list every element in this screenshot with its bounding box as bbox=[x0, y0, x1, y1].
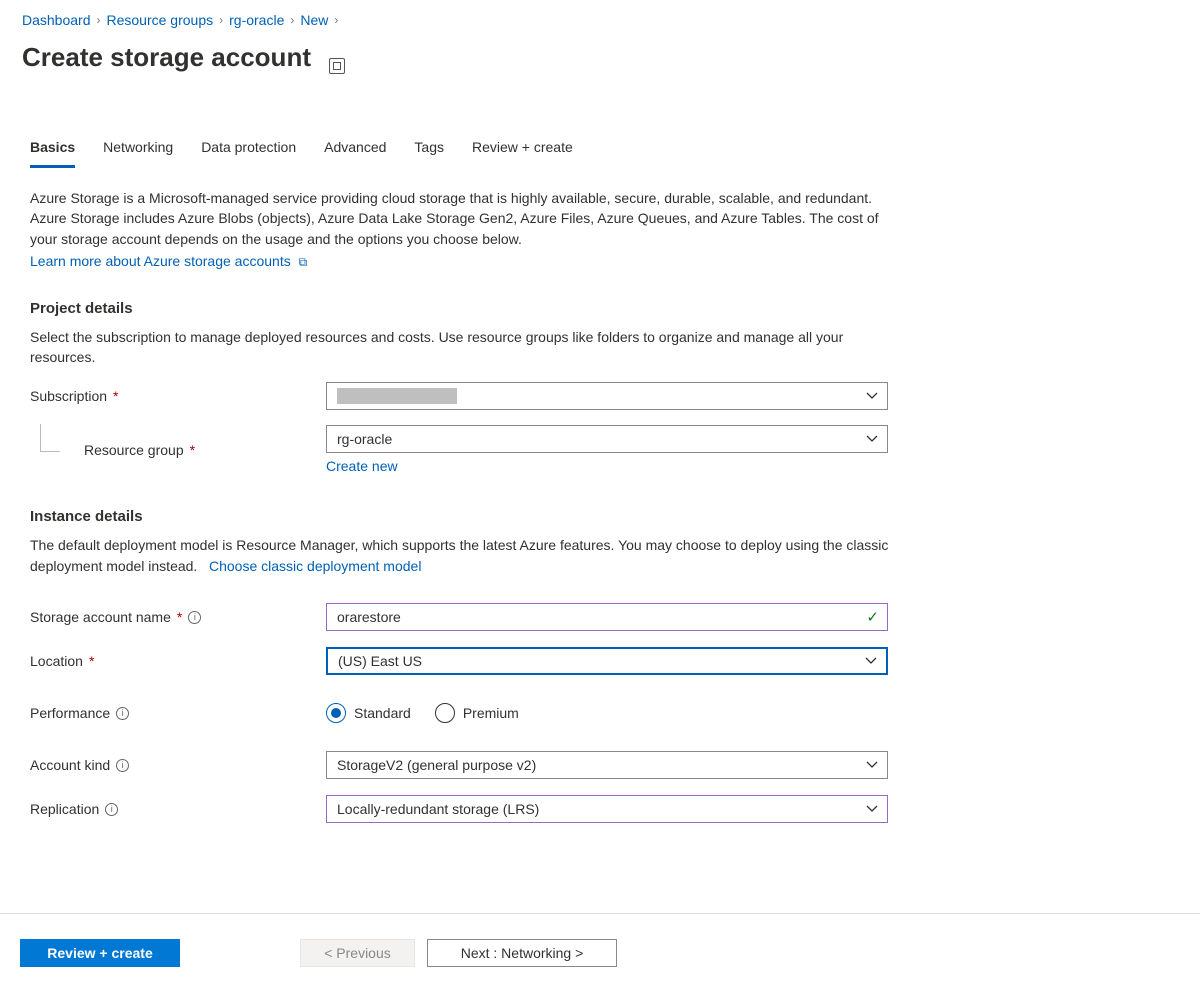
subscription-value-redacted bbox=[337, 388, 457, 404]
storage-name-label: Storage account name bbox=[30, 609, 171, 625]
instance-details-desc: The default deployment model is Resource… bbox=[30, 535, 894, 576]
project-details-title: Project details bbox=[30, 300, 894, 317]
required-icon: * bbox=[113, 388, 118, 404]
replication-label: Replication bbox=[30, 801, 99, 817]
chevron-right-icon: › bbox=[334, 13, 338, 27]
required-icon: * bbox=[89, 653, 94, 669]
performance-premium-radio[interactable]: Premium bbox=[435, 703, 519, 723]
chevron-right-icon: › bbox=[219, 13, 223, 27]
check-icon: ✓ bbox=[866, 608, 879, 626]
location-label: Location bbox=[30, 653, 83, 669]
required-icon: * bbox=[177, 609, 182, 625]
tab-review-create[interactable]: Review + create bbox=[472, 133, 573, 168]
instance-details-title: Instance details bbox=[30, 508, 894, 525]
storage-name-value: orarestore bbox=[337, 609, 401, 625]
learn-more-link[interactable]: Learn more about Azure storage accounts … bbox=[30, 253, 307, 269]
account-kind-value: StorageV2 (general purpose v2) bbox=[337, 757, 536, 773]
storage-name-input[interactable]: orarestore ✓ bbox=[326, 603, 888, 631]
breadcrumb-new[interactable]: New bbox=[300, 12, 328, 28]
intro-text: Azure Storage is a Microsoft-managed ser… bbox=[30, 188, 894, 249]
chevron-down-icon bbox=[866, 803, 878, 815]
previous-button: < Previous bbox=[300, 939, 415, 967]
account-kind-label: Account kind bbox=[30, 757, 110, 773]
external-link-icon: ⧉ bbox=[299, 255, 308, 270]
chevron-down-icon bbox=[866, 759, 878, 771]
breadcrumb: Dashboard › Resource groups › rg-oracle … bbox=[22, 12, 1180, 28]
tab-advanced[interactable]: Advanced bbox=[324, 133, 386, 168]
learn-more-label: Learn more about Azure storage accounts bbox=[30, 253, 291, 269]
tab-data-protection[interactable]: Data protection bbox=[201, 133, 296, 168]
info-icon[interactable]: i bbox=[188, 611, 201, 624]
pin-icon[interactable] bbox=[329, 58, 345, 74]
performance-standard-radio[interactable]: Standard bbox=[326, 703, 411, 723]
required-icon: * bbox=[190, 442, 195, 458]
replication-value: Locally-redundant storage (LRS) bbox=[337, 801, 539, 817]
resource-group-label: Resource group bbox=[84, 442, 184, 458]
tab-tags[interactable]: Tags bbox=[414, 133, 444, 168]
chevron-right-icon: › bbox=[97, 13, 101, 27]
chevron-down-icon bbox=[865, 655, 877, 667]
chevron-down-icon bbox=[866, 433, 878, 445]
next-networking-button[interactable]: Next : Networking > bbox=[427, 939, 617, 967]
resource-group-value: rg-oracle bbox=[337, 431, 392, 447]
tab-networking[interactable]: Networking bbox=[103, 133, 173, 168]
performance-label: Performance bbox=[30, 705, 110, 721]
breadcrumb-resource-groups[interactable]: Resource groups bbox=[107, 12, 214, 28]
chevron-down-icon bbox=[866, 390, 878, 402]
chevron-right-icon: › bbox=[290, 13, 294, 27]
account-kind-select[interactable]: StorageV2 (general purpose v2) bbox=[326, 751, 888, 779]
performance-standard-label: Standard bbox=[354, 705, 411, 721]
tab-basics[interactable]: Basics bbox=[30, 133, 75, 168]
tabs: Basics Networking Data protection Advanc… bbox=[22, 133, 1180, 168]
resource-group-select[interactable]: rg-oracle bbox=[326, 425, 888, 453]
info-icon[interactable]: i bbox=[116, 759, 129, 772]
classic-deployment-link[interactable]: Choose classic deployment model bbox=[209, 558, 421, 574]
location-value: (US) East US bbox=[338, 653, 422, 669]
footer: Review + create < Previous Next : Networ… bbox=[0, 913, 1200, 991]
info-icon[interactable]: i bbox=[116, 707, 129, 720]
subscription-label: Subscription bbox=[30, 388, 107, 404]
page-title: Create storage account bbox=[22, 42, 311, 73]
breadcrumb-rg-oracle[interactable]: rg-oracle bbox=[229, 12, 284, 28]
project-details-desc: Select the subscription to manage deploy… bbox=[30, 327, 894, 368]
performance-premium-label: Premium bbox=[463, 705, 519, 721]
breadcrumb-dashboard[interactable]: Dashboard bbox=[22, 12, 91, 28]
subscription-select[interactable] bbox=[326, 382, 888, 410]
instance-details-desc-text: The default deployment model is Resource… bbox=[30, 537, 888, 573]
replication-select[interactable]: Locally-redundant storage (LRS) bbox=[326, 795, 888, 823]
location-select[interactable]: (US) East US bbox=[326, 647, 888, 675]
review-create-button[interactable]: Review + create bbox=[20, 939, 180, 967]
info-icon[interactable]: i bbox=[105, 803, 118, 816]
tree-connector-icon bbox=[40, 424, 60, 452]
create-new-link[interactable]: Create new bbox=[326, 458, 398, 474]
